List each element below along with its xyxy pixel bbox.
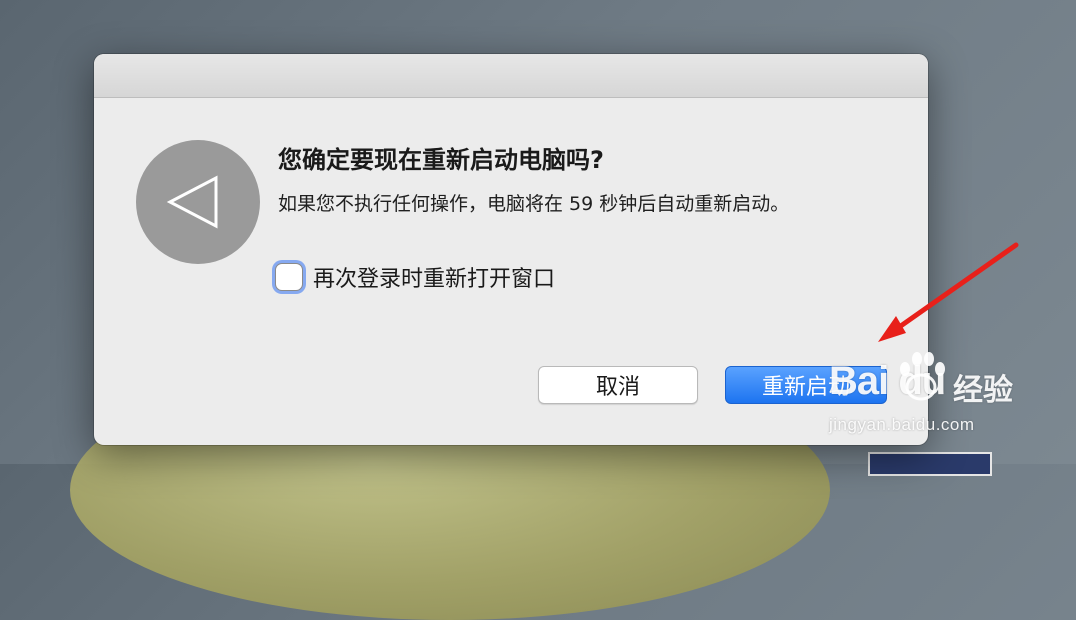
paw-icon bbox=[900, 352, 945, 401]
watermark-product: 经验 bbox=[953, 373, 1013, 408]
baidu-jingyan-watermark: Bai du 经验 jingyan.baidu.com bbox=[825, 345, 1075, 445]
watermark-url: jingyan.baidu.com bbox=[829, 415, 975, 434]
